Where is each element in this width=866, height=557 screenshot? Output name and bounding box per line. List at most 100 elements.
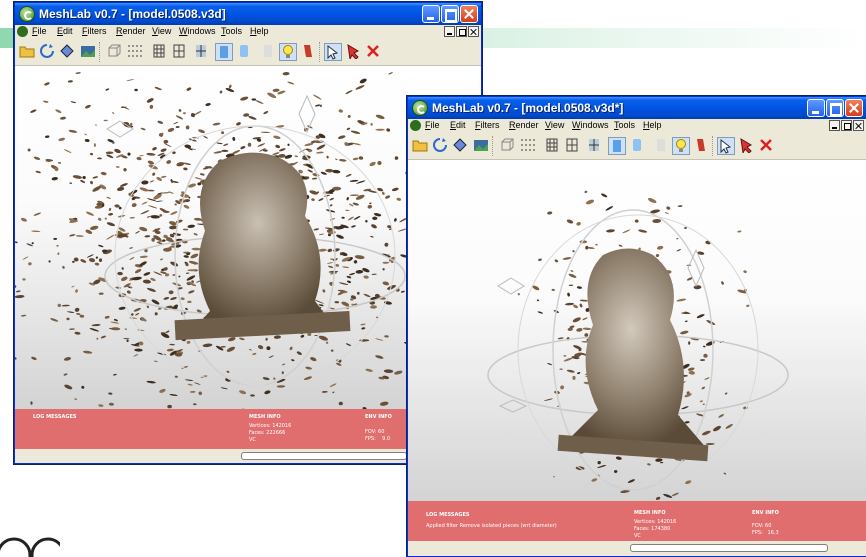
delete-tool-button[interactable] xyxy=(758,137,776,155)
open-icon xyxy=(19,46,35,58)
menu-file[interactable]: File xyxy=(32,26,47,36)
title-bar[interactable]: MeshLab v0.7 - [model.0508.v3d] xyxy=(15,3,481,25)
maximize-button[interactable] xyxy=(441,5,459,23)
flat-icon xyxy=(613,140,621,152)
points-tool-button[interactable] xyxy=(127,43,145,61)
menu-filters[interactable]: Filters xyxy=(82,26,107,36)
pick-tool-button[interactable] xyxy=(739,137,757,155)
mdi-minimize-button[interactable] xyxy=(829,120,840,131)
wireframe-tool-button[interactable] xyxy=(544,137,562,155)
backface-tool-button[interactable] xyxy=(300,43,318,61)
backface-tool-button[interactable] xyxy=(693,137,711,155)
meshlab-window-front[interactable]: MeshLab v0.7 - [model.0508.v3d*] File Ed… xyxy=(407,96,866,557)
toolbar-separator xyxy=(712,136,715,156)
toolbar-separator xyxy=(492,136,495,156)
flat-tool-button[interactable] xyxy=(215,43,233,61)
hidden-lines-tool-button[interactable] xyxy=(564,137,582,155)
pick-tool-button[interactable] xyxy=(346,43,364,61)
menu-bar: File Edit Filters Render View Windows To… xyxy=(15,25,481,39)
menu-edit[interactable]: Edit xyxy=(57,26,73,36)
wireframe-tool-button[interactable] xyxy=(151,43,169,61)
flat-lines-icon xyxy=(589,139,599,151)
texture-tool-button[interactable] xyxy=(653,137,671,155)
menu-render[interactable]: Render xyxy=(116,26,146,36)
flat-lines-tool-button[interactable] xyxy=(193,43,211,61)
pick-icon xyxy=(740,138,753,155)
bounding-box-tool-button[interactable] xyxy=(106,43,124,61)
3d-viewport[interactable] xyxy=(408,160,866,501)
minimize-button[interactable] xyxy=(807,99,825,117)
close-button[interactable] xyxy=(460,5,478,23)
env-info: FOV: 60 FPS: 9.0 xyxy=(365,429,391,442)
menu-tools[interactable]: Tools xyxy=(221,26,242,36)
mdi-minimize-button[interactable] xyxy=(444,26,455,37)
points-tool-button[interactable] xyxy=(520,137,538,155)
mdi-restore-button[interactable] xyxy=(841,120,852,131)
document-icon[interactable] xyxy=(410,120,421,131)
hidden-lines-tool-button[interactable] xyxy=(171,43,189,61)
open-tool-button[interactable] xyxy=(19,43,37,61)
menu-windows[interactable]: Windows xyxy=(572,120,609,130)
menu-file[interactable]: File xyxy=(425,120,440,130)
hidden-lines-icon xyxy=(173,44,185,58)
menu-edit[interactable]: Edit xyxy=(450,120,466,130)
reload-tool-button[interactable] xyxy=(432,137,450,155)
menu-view[interactable]: View xyxy=(545,120,564,130)
open-tool-button[interactable] xyxy=(412,137,430,155)
mdi-close-button[interactable] xyxy=(468,26,479,37)
menu-filters[interactable]: Filters xyxy=(475,120,500,130)
select-icon xyxy=(327,44,339,60)
backface-icon xyxy=(697,139,705,151)
export-tool-button[interactable] xyxy=(452,137,470,155)
mdi-close-button[interactable] xyxy=(853,120,864,131)
smooth-tool-button[interactable] xyxy=(629,137,647,155)
progress-bar xyxy=(630,544,828,552)
smooth-icon xyxy=(240,45,248,57)
reload-icon xyxy=(40,44,54,58)
meshlab-app-icon xyxy=(19,6,35,22)
mesh-info: Vertices: 142016 Faces: 174380 VC xyxy=(634,519,677,539)
pick-icon xyxy=(347,44,360,61)
menu-render[interactable]: Render xyxy=(509,120,539,130)
document-icon[interactable] xyxy=(17,26,28,37)
flat-lines-icon xyxy=(196,45,206,57)
select-icon xyxy=(720,138,732,154)
select-tool-button[interactable] xyxy=(324,43,342,61)
mdi-restore-button[interactable] xyxy=(456,26,467,37)
smooth-icon xyxy=(633,139,641,151)
info-panel: LOG MESSAGES Applied filter Remove isola… xyxy=(408,501,866,541)
delete-tool-button[interactable] xyxy=(365,43,383,61)
texture-icon xyxy=(657,139,665,151)
title-bar[interactable]: MeshLab v0.7 - [model.0508.v3d*] xyxy=(408,97,866,119)
select-tool-button[interactable] xyxy=(717,137,735,155)
wireframe-icon xyxy=(153,44,165,58)
env-info: FOV: 60 FPS: 16.3 xyxy=(752,523,779,536)
maximize-button[interactable] xyxy=(826,99,844,117)
lighting-icon xyxy=(676,139,686,152)
log-text: Applied filter Remove isolated pieces (w… xyxy=(426,523,557,529)
close-button[interactable] xyxy=(845,99,863,117)
reload-tool-button[interactable] xyxy=(39,43,57,61)
export-icon xyxy=(453,138,467,152)
texture-tool-button[interactable] xyxy=(260,43,278,61)
mesh-info-header: MESH INFO xyxy=(634,510,666,516)
lighting-tool-button[interactable] xyxy=(279,43,297,61)
snapshot-tool-button[interactable] xyxy=(80,43,98,61)
bounding-box-tool-button[interactable] xyxy=(499,137,517,155)
flat-lines-tool-button[interactable] xyxy=(586,137,604,155)
export-icon xyxy=(60,44,74,58)
backface-icon xyxy=(304,45,312,57)
menu-windows[interactable]: Windows xyxy=(179,26,216,36)
flat-tool-button[interactable] xyxy=(608,137,626,155)
snapshot-tool-button[interactable] xyxy=(473,137,491,155)
menu-tools[interactable]: Tools xyxy=(614,120,635,130)
lighting-tool-button[interactable] xyxy=(672,137,690,155)
delete-icon xyxy=(367,45,379,57)
export-tool-button[interactable] xyxy=(59,43,77,61)
minimize-button[interactable] xyxy=(422,5,440,23)
menu-view[interactable]: View xyxy=(152,26,171,36)
point-cloud-render xyxy=(487,190,789,500)
menu-help[interactable]: Help xyxy=(250,26,269,36)
menu-help[interactable]: Help xyxy=(643,120,662,130)
smooth-tool-button[interactable] xyxy=(236,43,254,61)
